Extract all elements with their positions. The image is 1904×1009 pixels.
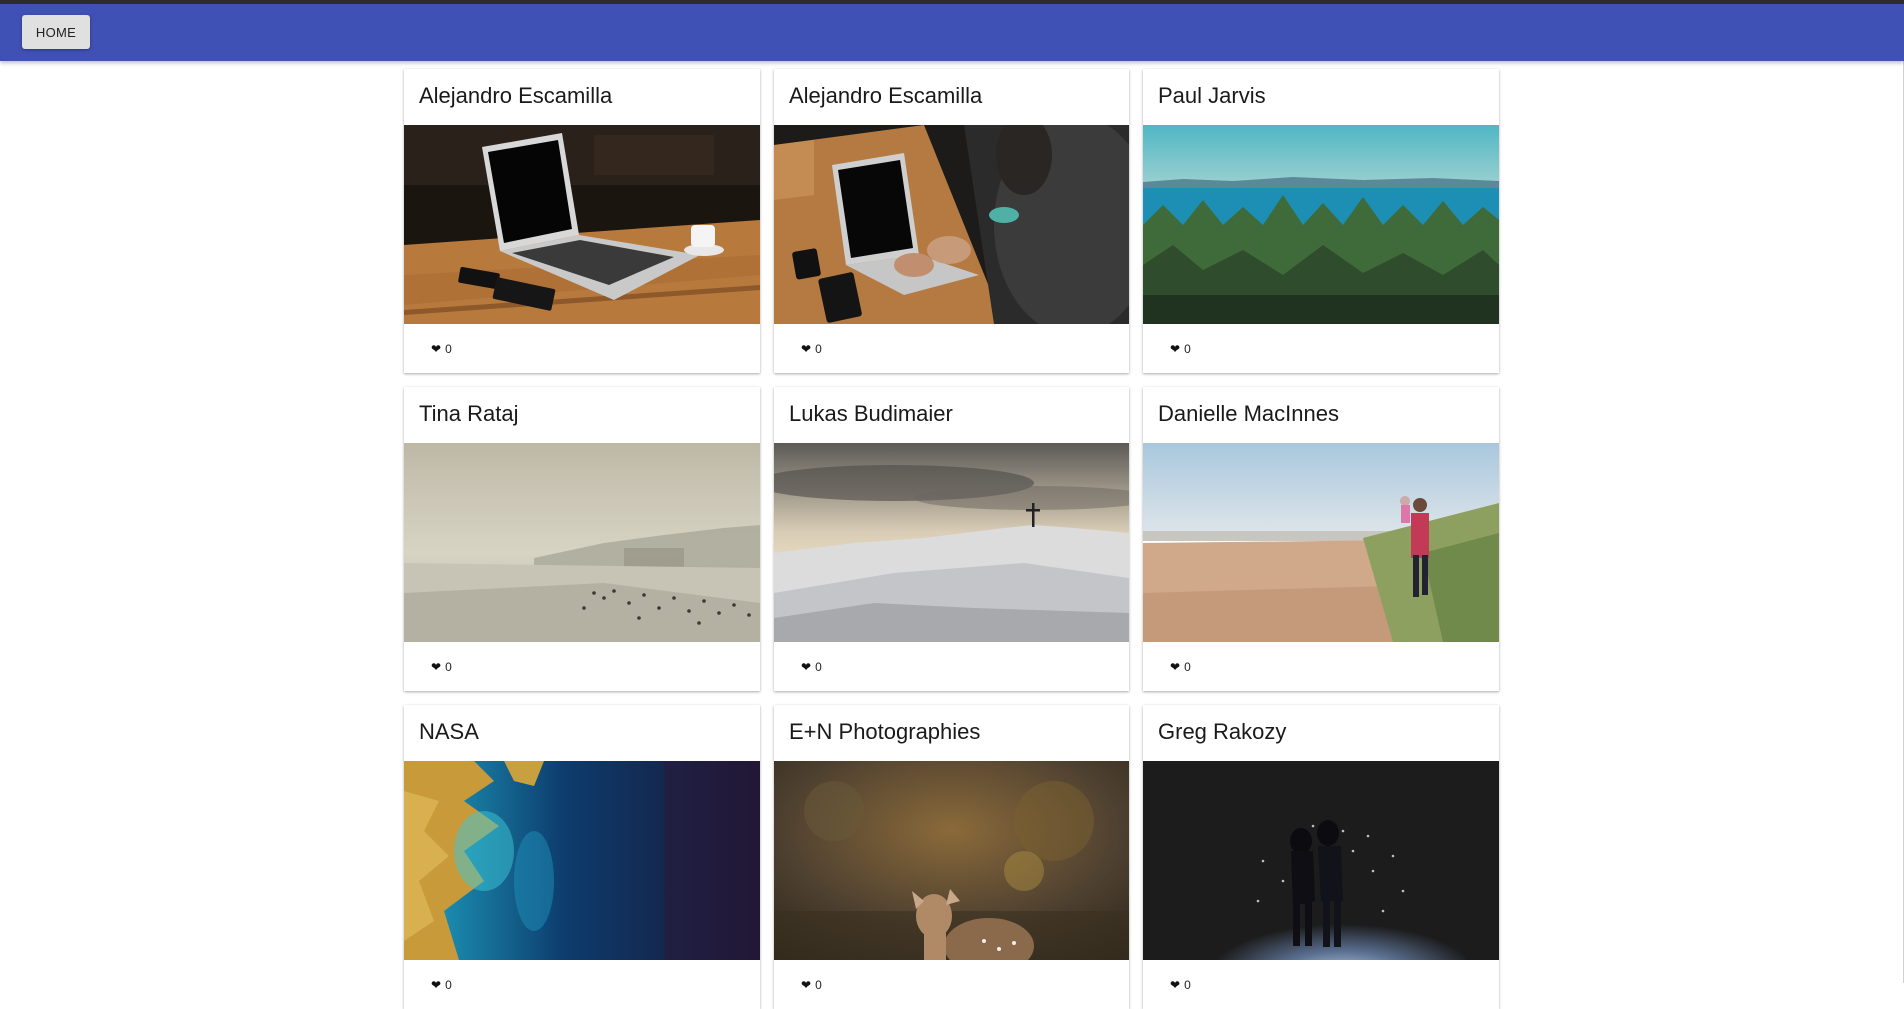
card-photo[interactable]	[404, 125, 760, 324]
card-author: Danielle MacInnes	[1158, 401, 1339, 426]
card-photo[interactable]	[1143, 761, 1499, 960]
like-count: 0	[445, 341, 452, 356]
like-button[interactable]: ❤ 0	[427, 338, 456, 360]
photo-card: Lukas Budimaier ❤ 0	[774, 387, 1129, 691]
photo-card: Tina Rataj ❤ 0	[404, 387, 760, 691]
heart-icon: ❤	[1170, 977, 1181, 992]
like-button[interactable]: ❤ 0	[797, 656, 826, 678]
card-author: Tina Rataj	[419, 401, 519, 426]
photo-card: Danielle MacInnes ❤ 0	[1143, 387, 1499, 691]
photo-grid: Alejandro Escamilla ❤ 0 Alejandro Escami…	[404, 69, 1500, 1009]
photo-card: Alejandro Escamilla ❤ 0	[774, 69, 1129, 373]
card-author: E+N Photographies	[789, 719, 981, 744]
card-actions: ❤ 0	[774, 960, 1129, 1009]
card-actions: ❤ 0	[1143, 642, 1499, 691]
photo-card: NASA ❤ 0	[404, 705, 760, 1009]
card-actions: ❤ 0	[1143, 960, 1499, 1009]
like-count: 0	[445, 977, 452, 992]
app-toolbar: HOME	[0, 0, 1904, 61]
card-actions: ❤ 0	[774, 642, 1129, 691]
like-button[interactable]: ❤ 0	[427, 974, 456, 996]
heart-icon: ❤	[801, 341, 812, 356]
like-button[interactable]: ❤ 0	[797, 974, 826, 996]
card-author: Greg Rakozy	[1158, 719, 1287, 744]
like-button[interactable]: ❤ 0	[1166, 974, 1195, 996]
card-actions: ❤ 0	[404, 324, 760, 373]
card-author: Alejandro Escamilla	[419, 83, 613, 108]
card-photo[interactable]	[404, 761, 760, 960]
heart-icon: ❤	[801, 977, 812, 992]
photo-card: Alejandro Escamilla ❤ 0	[404, 69, 760, 373]
home-button[interactable]: HOME	[22, 15, 90, 49]
card-author: NASA	[419, 719, 479, 744]
like-button[interactable]: ❤ 0	[1166, 338, 1195, 360]
like-button[interactable]: ❤ 0	[427, 656, 456, 678]
card-author: Lukas Budimaier	[789, 401, 953, 426]
heart-icon: ❤	[1170, 659, 1181, 674]
card-photo[interactable]	[1143, 443, 1499, 642]
card-photo[interactable]	[1143, 125, 1499, 324]
like-button[interactable]: ❤ 0	[1166, 656, 1195, 678]
photo-card: E+N Photographies ❤ 0	[774, 705, 1129, 1009]
card-actions: ❤ 0	[404, 960, 760, 1009]
card-photo[interactable]	[404, 443, 760, 642]
like-count: 0	[1184, 659, 1191, 674]
like-count: 0	[1184, 341, 1191, 356]
like-count: 0	[815, 659, 822, 674]
card-actions: ❤ 0	[404, 642, 760, 691]
card-photo[interactable]	[774, 443, 1129, 642]
like-count: 0	[815, 341, 822, 356]
like-count: 0	[1184, 977, 1191, 992]
heart-icon: ❤	[431, 341, 442, 356]
card-photo[interactable]	[774, 761, 1129, 960]
card-author: Paul Jarvis	[1158, 83, 1266, 108]
like-button[interactable]: ❤ 0	[797, 338, 826, 360]
heart-icon: ❤	[1170, 341, 1181, 356]
heart-icon: ❤	[801, 659, 812, 674]
like-count: 0	[815, 977, 822, 992]
card-actions: ❤ 0	[774, 324, 1129, 373]
card-actions: ❤ 0	[1143, 324, 1499, 373]
photo-card: Greg Rakozy ❤ 0	[1143, 705, 1499, 1009]
like-count: 0	[445, 659, 452, 674]
photo-card: Paul Jarvis ❤ 0	[1143, 69, 1499, 373]
heart-icon: ❤	[431, 659, 442, 674]
heart-icon: ❤	[431, 977, 442, 992]
card-author: Alejandro Escamilla	[789, 83, 983, 108]
card-photo[interactable]	[774, 125, 1129, 324]
